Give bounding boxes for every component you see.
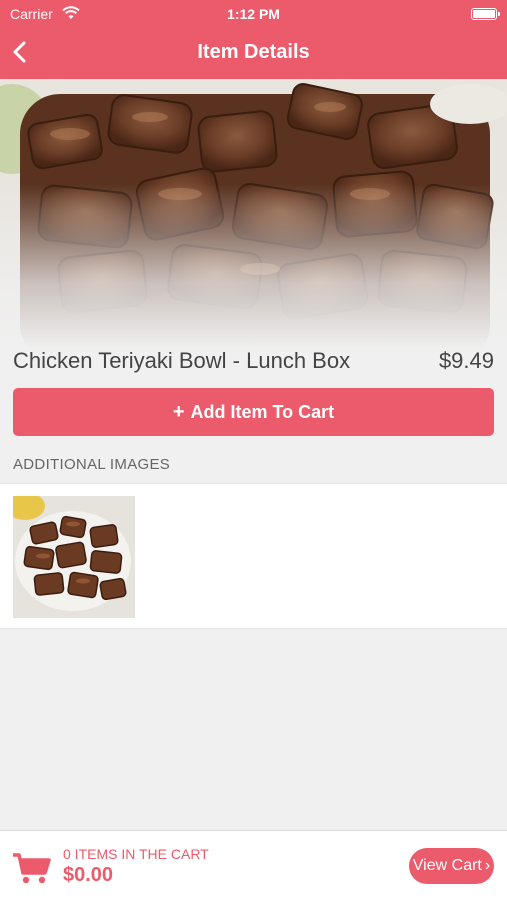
page-title: Item Details <box>197 41 310 63</box>
plus-icon: + <box>172 400 185 423</box>
view-cart-button[interactable]: View Cart › <box>409 848 494 884</box>
item-hero-image <box>0 79 507 379</box>
cart-item-count: 0 ITEMS IN THE CART <box>63 846 209 862</box>
view-cart-label: View Cart <box>412 857 482 874</box>
status-bar: Carrier 1:12 PM <box>0 5 507 25</box>
add-to-cart-label: Add Item To Cart <box>190 401 335 422</box>
add-to-cart-button[interactable]: + Add Item To Cart <box>13 388 494 436</box>
top-bar: Carrier 1:12 PM Item Details <box>0 0 507 79</box>
chevron-right-icon: › <box>484 857 491 874</box>
cart-total: $0.00 <box>63 864 114 886</box>
battery-icon <box>471 8 500 20</box>
item-name: Chicken Teriyaki Bowl - Lunch Box <box>13 348 351 373</box>
item-price: $9.49 <box>438 348 494 373</box>
nav-row: Item Details <box>0 36 507 70</box>
status-time: 1:12 PM <box>227 6 280 22</box>
cart-bar: 0 ITEMS IN THE CART $0.00 View Cart › <box>0 830 507 900</box>
teriyaki-thumbnail-photo <box>13 496 135 618</box>
additional-images-gallery <box>0 483 507 629</box>
additional-images-title: ADDITIONAL IMAGES <box>13 456 171 473</box>
shopping-cart-icon <box>13 853 51 884</box>
hero-fade-overlay <box>0 79 507 379</box>
additional-image-thumbnail[interactable] <box>13 496 135 618</box>
